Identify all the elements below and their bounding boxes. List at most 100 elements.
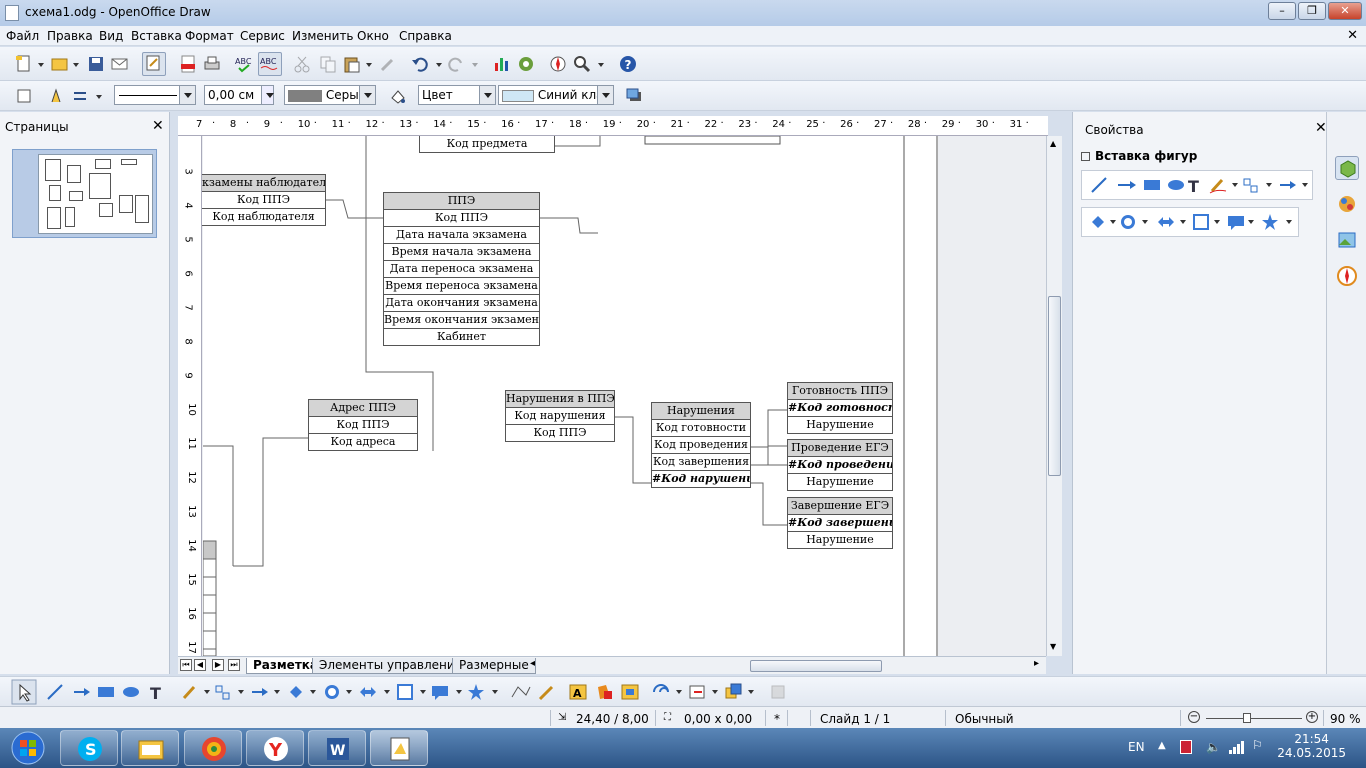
close-sidebar-icon[interactable]: ✕ [1315,120,1327,136]
prev-tab-icon[interactable]: ◀ [194,659,206,671]
zoom-icon[interactable] [572,54,592,74]
menu-file[interactable]: Файл [6,29,39,43]
taskbar-word-icon[interactable]: W [308,730,366,766]
copy-icon[interactable] [318,54,338,74]
volume-icon[interactable]: 🔈 [1206,740,1221,754]
zoom-level[interactable]: 90 % [1330,712,1361,726]
line-width-field[interactable]: 0,00 см [204,85,274,105]
scroll-right-icon[interactable]: ▸ [1034,658,1039,669]
table-header: Проведение ЕГЭ [787,439,893,457]
table-ppe[interactable]: ППЭ Код ППЭ Дата начала экзамена Время н… [383,192,540,346]
tray-app-icon[interactable] [1180,740,1192,754]
minimize-button[interactable]: – [1268,2,1296,20]
shadow-icon[interactable] [624,86,644,106]
system-clock[interactable]: 21:54 24.05.2015 [1277,732,1346,760]
table-address-ppe[interactable]: Адрес ППЭ Код ППЭ Код адреса [308,399,418,451]
area-style-select[interactable]: Цвет [418,85,496,105]
vertical-ruler[interactable]: 3 4 5 6 7 8 9 10 11 12 13 14 15 16 17 [178,136,202,656]
table-conduct-ege[interactable]: Проведение ЕГЭ #Код проведения Нарушение [787,439,893,491]
menu-edit[interactable]: Правка [47,29,93,43]
taskbar-browser-icon[interactable] [184,730,242,766]
zoom-out-button[interactable]: − [1188,711,1200,723]
taskbar-draw-icon[interactable] [370,730,428,766]
menu-window[interactable]: Окно [357,29,389,43]
line-color-select[interactable]: Серый [284,85,376,105]
insert-shapes-section[interactable]: Вставка фигур [1081,149,1197,163]
horizontal-ruler[interactable]: 7 · 8 · 9 · 10 · 11 · 12 · 13 · 14 · 15 · 16 · 17 · 18 · 19 · 20 · 2… [178,116,1048,136]
maximize-button[interactable]: ❐ [1298,2,1326,20]
drawing-page[interactable]: Код предмета кзамены наблюдателя Код ППЭ… [201,135,938,656]
start-button[interactable] [6,729,50,767]
tab-controls[interactable]: Элементы управления [312,658,469,674]
page-thumbnail[interactable] [12,149,157,238]
chart-icon[interactable] [492,54,512,74]
gallery-deck-icon[interactable] [1335,228,1359,252]
undo-icon[interactable] [410,54,430,74]
page-thumbnail-preview [38,154,153,234]
vertical-scroll-thumb[interactable] [1048,296,1061,476]
menu-format[interactable]: Формат [185,29,234,43]
action-center-icon[interactable]: ⚐ [1252,738,1263,752]
close-document-icon[interactable]: ✕ [1347,28,1358,43]
area-fill-select[interactable]: Синий кла [498,85,614,105]
edit-file-icon[interactable] [142,52,166,76]
last-tab-icon[interactable]: ⏭ [228,659,240,671]
menu-view[interactable]: Вид [99,29,123,43]
taskbar-yandex-icon[interactable]: Y [246,730,304,766]
scroll-left-icon[interactable]: ◂ [530,658,535,669]
horizontal-scroll-thumb[interactable] [750,660,882,672]
next-tab-icon[interactable]: ▶ [212,659,224,671]
ruler-label: 9 [182,372,194,379]
styles-icon[interactable] [14,86,34,106]
tab-dimension-lines[interactable]: Размерные [452,658,536,674]
line-style-select[interactable] [114,85,196,105]
clone-formatting-icon[interactable] [378,54,398,74]
menu-insert[interactable]: Вставка [131,29,182,43]
help-icon[interactable]: ? [618,54,638,74]
table-subject-top[interactable]: Код предмета [419,135,555,153]
network-icon[interactable] [1228,740,1244,754]
table-observer[interactable]: кзамены наблюдателя Код ППЭ Код наблюдат… [201,174,326,226]
open-icon[interactable] [50,54,70,74]
cut-icon[interactable] [292,54,312,74]
spellcheck-icon[interactable]: ABC [234,54,254,74]
table-finish-ege[interactable]: Завершение ЕГЭ #Код завершения Нарушение [787,497,893,549]
zoom-in-button[interactable]: + [1306,711,1318,723]
arrow-style-icon[interactable] [70,86,90,106]
status-bar: ⇲ 24,40 / 8,00 ⛶ 0,00 x 0,00 * Слайд 1 /… [0,706,1366,728]
navigator-icon[interactable] [548,54,568,74]
new-document-icon[interactable] [14,54,34,74]
print-icon[interactable] [202,54,222,74]
language-indicator[interactable]: EN [1128,740,1145,754]
navigator-deck-icon[interactable] [1335,264,1359,288]
taskbar-skype-icon[interactable]: S [60,730,118,766]
fontwork-icon[interactable] [516,54,536,74]
scroll-down-icon[interactable]: ▼ [1050,642,1056,651]
table-violations[interactable]: Нарушения Код готовности Код проведения … [651,402,751,488]
properties-deck-icon[interactable] [1335,156,1359,180]
autospellcheck-icon[interactable]: ABC [258,52,282,76]
scroll-up-icon[interactable]: ▲ [1050,139,1056,148]
tray-expand-icon[interactable]: ▲ [1158,740,1166,751]
paste-icon[interactable] [342,54,362,74]
vertical-scrollbar[interactable]: ▲ ▼ [1046,136,1062,656]
line-icon[interactable] [46,86,66,106]
zoom-slider-handle[interactable] [1243,713,1251,723]
area-icon[interactable] [388,86,408,106]
first-tab-icon[interactable]: ⏮ [180,659,192,671]
menu-help[interactable]: Справка [399,29,452,43]
close-pages-panel-icon[interactable]: ✕ [152,118,164,134]
styles-deck-icon[interactable] [1335,192,1359,216]
close-window-button[interactable]: ✕ [1328,2,1362,20]
table-violations-in-ppe[interactable]: Нарушения в ППЭ Код нарушения Код ППЭ [505,390,615,442]
table-readiness-ppe[interactable]: Готовность ППЭ #Код готовности Нарушение [787,382,893,434]
redo-icon[interactable] [446,54,466,74]
menu-modify[interactable]: Изменить [292,29,354,43]
email-icon[interactable] [110,54,130,74]
menu-tools[interactable]: Сервис [240,29,285,43]
taskbar-explorer-icon[interactable] [121,730,179,766]
save-icon[interactable] [86,54,106,74]
document-modified[interactable]: * [774,712,780,726]
export-pdf-icon[interactable] [178,54,198,74]
zoom-slider-track[interactable] [1206,718,1302,719]
